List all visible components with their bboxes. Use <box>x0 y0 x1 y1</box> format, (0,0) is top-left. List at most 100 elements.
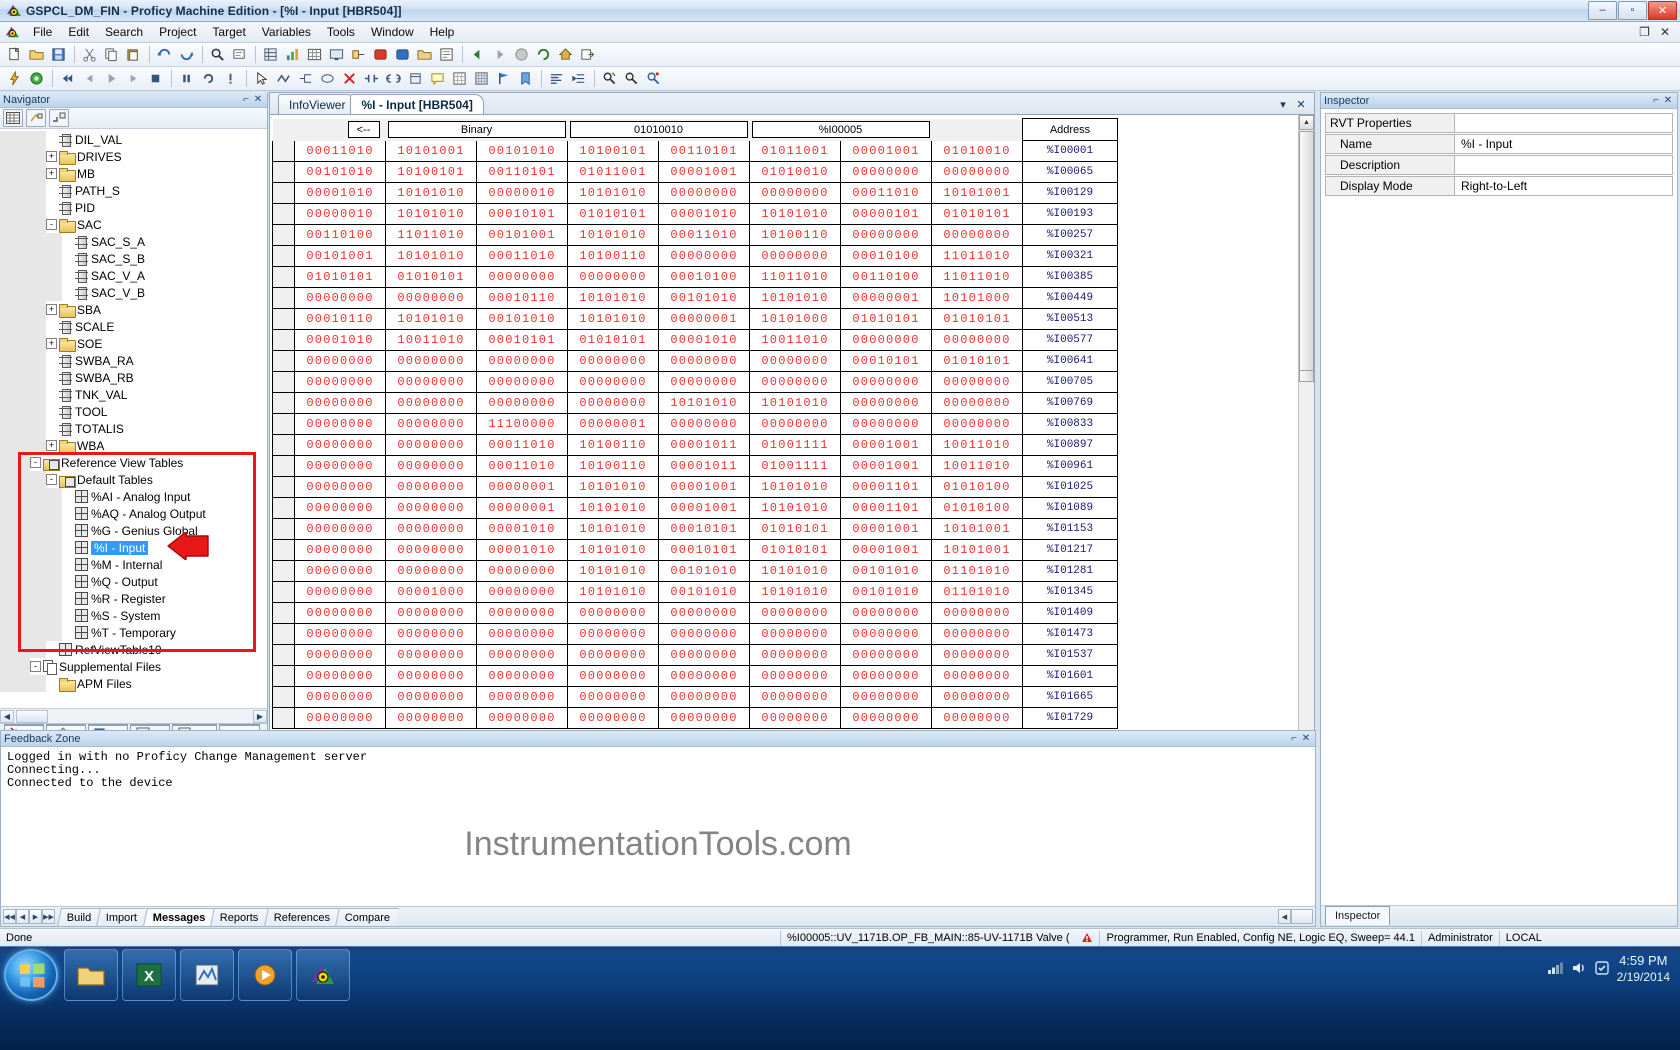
rvt-binary-cell[interactable]: 10101010 <box>567 539 659 561</box>
tree-item-default-tables[interactable]: - Default Tables <box>0 471 267 488</box>
tree-item-s-system[interactable]: %S - System <box>0 607 267 624</box>
home-icon[interactable] <box>555 45 576 65</box>
red-box-icon[interactable] <box>370 45 391 65</box>
rvt-binary-cell[interactable]: 10101001 <box>931 539 1023 561</box>
rvt-row-header[interactable] <box>272 686 295 708</box>
rvt-binary-cell[interactable]: 00010100 <box>658 266 750 288</box>
nav-next-icon[interactable]: ▶ <box>29 909 42 924</box>
rvt-binary-cell[interactable]: 01010010 <box>749 161 841 183</box>
rvt-binary-cell[interactable]: 00000000 <box>658 686 750 708</box>
align-left-icon[interactable] <box>546 69 567 89</box>
rvt-row[interactable]: 00000000 00000000 00000000 00000000 00000000… <box>272 707 1118 729</box>
tab-reports[interactable]: Reports <box>210 907 268 926</box>
rvt-binary-cell[interactable]: 00000000 <box>749 602 841 624</box>
rvt-binary-cell[interactable]: 00001001 <box>840 140 932 162</box>
rvt-row-header[interactable] <box>272 707 295 729</box>
rvt-binary-cell[interactable]: 10100101 <box>385 161 477 183</box>
tree-item-tnk-val[interactable]: TNK_VAL <box>0 386 267 403</box>
rvt-binary-cell[interactable]: 10011010 <box>749 329 841 351</box>
rvt-row[interactable]: 00000000 00000000 00010110 10101010 00101010… <box>272 287 1118 309</box>
tree-item-m-internal[interactable]: %M - Internal <box>0 556 267 573</box>
rvt-binary-cell[interactable]: 00001011 <box>658 434 750 456</box>
mdi-restore-button[interactable]: ❐ <box>1635 25 1654 39</box>
menu-target[interactable]: Target <box>204 23 253 41</box>
rvt-binary-cell[interactable]: 00000000 <box>567 644 659 666</box>
rvt-address-header[interactable]: Address <box>1022 118 1118 141</box>
tab-compare[interactable]: Compare <box>335 907 400 926</box>
find-prev-icon[interactable] <box>621 69 642 89</box>
rvt-row-header[interactable] <box>272 203 295 225</box>
tree-item-supplemental-files[interactable]: - Supplemental Files <box>0 658 267 675</box>
rvt-binary-cell[interactable]: 00000000 <box>567 350 659 372</box>
maximize-button[interactable]: ▫ <box>1618 0 1647 20</box>
navigator-hscrollbar[interactable]: ◀ ▶ <box>0 708 267 723</box>
tree-item-wba[interactable]: + WBA <box>0 437 267 454</box>
rvt-binary-cell[interactable]: 10101010 <box>749 581 841 603</box>
rvt-binary-cell[interactable]: 00000000 <box>294 686 386 708</box>
inspector-property-value[interactable]: %I - Input <box>1455 134 1673 154</box>
rvt-binary-cell[interactable]: 10100110 <box>567 245 659 267</box>
rvt-binary-cell[interactable]: 10101010 <box>567 287 659 309</box>
rvt-binary-cell[interactable]: 00000000 <box>385 518 477 540</box>
rvt-binary-cell[interactable]: 11011010 <box>931 245 1023 267</box>
rvt-binary-cell[interactable]: 00000000 <box>476 266 568 288</box>
cut-icon[interactable] <box>79 45 100 65</box>
search-reference-icon[interactable] <box>643 69 664 89</box>
rvt-direction-header[interactable]: <-- <box>294 118 386 141</box>
rvt-binary-cell[interactable]: 10101010 <box>567 518 659 540</box>
taskbar-media-icon[interactable] <box>238 949 292 1001</box>
rvt-binary-cell[interactable]: 00101001 <box>294 245 386 267</box>
save-icon[interactable] <box>48 45 69 65</box>
rvt-binary-cell[interactable]: 00000000 <box>840 644 932 666</box>
rvt-binary-cell[interactable]: 00000000 <box>658 602 750 624</box>
rvt-binary-cell[interactable]: 01010101 <box>931 203 1023 225</box>
taskbar-proficy-icon[interactable] <box>296 949 350 1001</box>
rvt-binary-cell[interactable]: 10101001 <box>931 518 1023 540</box>
feedback-message-list[interactable]: Logged in with no Proficy Change Managem… <box>1 747 1315 906</box>
tree-item-sac-s-a[interactable]: SAC_S_A <box>0 233 267 250</box>
rvt-row[interactable]: 00000000 00000000 00000000 00000000 00000000… <box>272 371 1118 393</box>
tree-item-g-genius-global[interactable]: %G - Genius Global <box>0 522 267 539</box>
rvt-binary-cell[interactable]: 00000000 <box>658 182 750 204</box>
wire-icon[interactable] <box>273 69 294 89</box>
rvt-row-header[interactable] <box>272 308 295 330</box>
rvt-binary-cell[interactable]: 10101010 <box>567 182 659 204</box>
rvt-binary-cell[interactable]: 00000000 <box>294 287 386 309</box>
rvt-binary-cell[interactable]: 00001001 <box>658 161 750 183</box>
rvt-binary-cell[interactable]: 11011010 <box>385 224 477 246</box>
replace-icon[interactable] <box>229 45 250 65</box>
rvt-binary-cell[interactable]: 00000000 <box>385 434 477 456</box>
rvt-binary-cell[interactable]: 00000000 <box>567 392 659 414</box>
new-icon[interactable] <box>4 45 25 65</box>
rvt-row[interactable]: 00000000 00000000 00000001 10101010 00001001… <box>272 497 1118 519</box>
tree-item-dil-val[interactable]: DIL_VAL <box>0 131 267 148</box>
rvt-binary-cell[interactable]: 00000000 <box>294 707 386 729</box>
tree-expand-icon[interactable]: + <box>46 440 57 451</box>
tree-item-sac-s-b[interactable]: SAC_S_B <box>0 250 267 267</box>
rvt-row-header[interactable] <box>272 392 295 414</box>
rvt-row[interactable]: 00000000 00001000 00000000 10101010 00101010… <box>272 581 1118 603</box>
rvt-binary-cell[interactable]: 10101000 <box>931 287 1023 309</box>
feedback-close-button[interactable]: ✕ <box>1300 733 1312 745</box>
rvt-row[interactable]: 01010101 01010101 00000000 00000000 00010100… <box>272 266 1118 288</box>
rvt-binary-cell[interactable]: 00000000 <box>385 602 477 624</box>
rvt-binary-cell[interactable]: 00000000 <box>476 392 568 414</box>
rvt-binary-cell[interactable]: 00011010 <box>294 140 386 162</box>
rvt-binary-cell[interactable]: 00000000 <box>658 623 750 645</box>
rvt-row-header[interactable] <box>272 581 295 603</box>
rvt-binary-cell[interactable]: 00000000 <box>476 623 568 645</box>
project-tree[interactable]: DIL_VAL + DRIVES + MB PATH_S PID - SAC SAC_S_A SAC… <box>0 129 267 708</box>
menu-window[interactable]: Window <box>363 23 422 41</box>
rvt-row[interactable]: 00001010 10101010 00000010 10101010 00000000… <box>272 182 1118 204</box>
rvt-binary-cell[interactable]: 00101010 <box>476 308 568 330</box>
rvt-binary-cell[interactable]: 00011010 <box>476 245 568 267</box>
rvt-row-header[interactable] <box>272 518 295 540</box>
rvt-row[interactable]: 00000000 00000000 00000000 00000000 00000000… <box>272 644 1118 666</box>
find-next-icon[interactable] <box>599 69 620 89</box>
grid-toggle-icon[interactable] <box>449 69 470 89</box>
rvt-binary-cell[interactable]: 00000000 <box>385 392 477 414</box>
back-icon[interactable] <box>467 45 488 65</box>
tree-item-ai-analog-input[interactable]: %AI - Analog Input <box>0 488 267 505</box>
rvt-binary-cell[interactable]: 01010101 <box>931 350 1023 372</box>
rvt-binary-cell[interactable]: 00000000 <box>840 329 932 351</box>
